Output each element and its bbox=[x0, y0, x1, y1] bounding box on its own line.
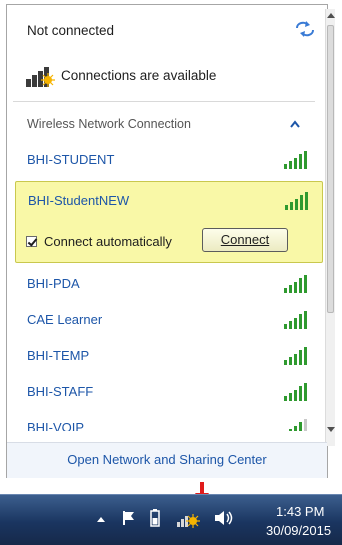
network-name: BHI-STUDENT bbox=[27, 152, 115, 167]
network-name: BHI-TEMP bbox=[27, 348, 90, 363]
refresh-icon[interactable] bbox=[293, 19, 317, 39]
network-item[interactable]: BHI-PDA bbox=[15, 265, 323, 301]
scroll-thumb[interactable] bbox=[327, 25, 334, 313]
network-item-selected[interactable]: BHI-StudentNEW Connect automatically Con… bbox=[15, 181, 323, 263]
signal-bars-icon bbox=[284, 383, 307, 401]
network-item[interactable]: BHI-VOIP bbox=[15, 409, 323, 431]
signal-bars-icon bbox=[289, 419, 307, 431]
network-item[interactable]: BHI-STUDENT bbox=[15, 141, 323, 177]
network-item[interactable]: BHI-TEMP bbox=[15, 337, 323, 373]
signal-bars-icon bbox=[284, 151, 307, 169]
network-name: BHI-PDA bbox=[27, 276, 80, 291]
signal-bars-icon bbox=[285, 192, 308, 210]
network-name: BHI-VOIP bbox=[27, 420, 85, 431]
scrollbar[interactable] bbox=[325, 9, 335, 446]
connections-available-row: Connections are available bbox=[25, 61, 216, 89]
battery-icon[interactable] bbox=[150, 509, 160, 527]
signal-bars-icon bbox=[284, 347, 307, 365]
footer: Open Network and Sharing Center bbox=[7, 442, 327, 478]
connect-button-label: Connect bbox=[220, 232, 270, 247]
clock-time[interactable]: 1:43 PM bbox=[276, 504, 324, 519]
section-title: Wireless Network Connection bbox=[27, 117, 191, 131]
network-name: BHI-StudentNEW bbox=[28, 193, 130, 208]
divider bbox=[13, 101, 315, 102]
connect-automatically-row[interactable]: Connect automatically bbox=[26, 234, 172, 249]
network-item[interactable]: CAE Learner bbox=[15, 301, 323, 337]
connections-available-label: Connections are available bbox=[61, 67, 217, 83]
chevron-up-icon[interactable] bbox=[289, 119, 301, 129]
signal-bars-icon bbox=[284, 275, 307, 293]
network-flyout: Not connected Connections are available … bbox=[6, 4, 335, 478]
signal-bars-icon bbox=[284, 311, 307, 329]
connect-button[interactable]: Connect bbox=[202, 228, 288, 252]
network-list: BHI-STUDENT BHI-StudentNEW Connect autom… bbox=[15, 141, 323, 431]
scroll-up-arrow-icon[interactable] bbox=[327, 13, 335, 18]
connect-automatically-label: Connect automatically bbox=[44, 234, 172, 249]
show-hidden-icons-chevron-icon[interactable] bbox=[96, 515, 106, 523]
scroll-down-arrow-icon[interactable] bbox=[327, 427, 335, 432]
action-center-flag-icon[interactable] bbox=[122, 510, 136, 526]
network-tray-icon[interactable] bbox=[176, 509, 202, 529]
clock-date[interactable]: 30/09/2015 bbox=[266, 523, 331, 538]
network-available-icon bbox=[26, 67, 55, 87]
network-item[interactable]: BHI-STAFF bbox=[15, 373, 323, 409]
network-name: BHI-STAFF bbox=[27, 384, 94, 399]
connection-status: Not connected bbox=[27, 23, 115, 38]
network-name: CAE Learner bbox=[27, 312, 103, 327]
network-sharing-center-link[interactable]: Open Network and Sharing Center bbox=[7, 452, 327, 467]
volume-icon[interactable] bbox=[214, 510, 234, 526]
connect-automatically-checkbox[interactable] bbox=[26, 236, 37, 247]
taskbar: 1:43 PM 30/09/2015 bbox=[0, 494, 342, 545]
